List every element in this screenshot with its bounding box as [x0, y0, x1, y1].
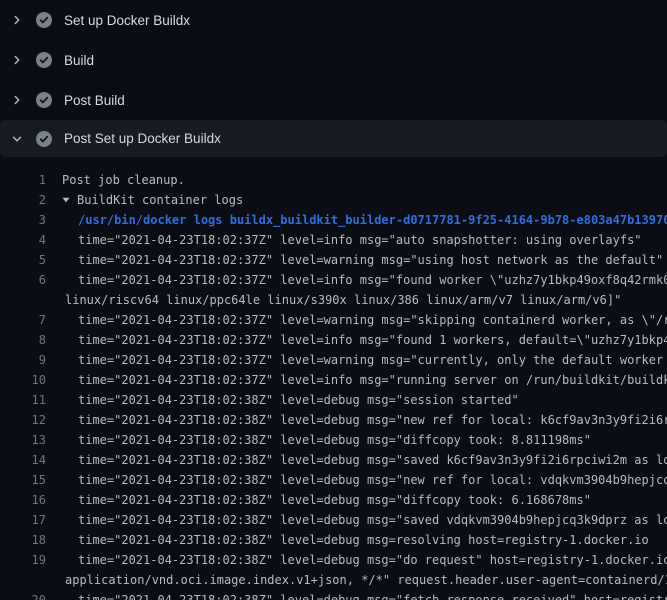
step-label: Post Set up Docker Buildx	[64, 131, 221, 146]
step-row-set-up-docker-buildx[interactable]: Set up Docker Buildx	[0, 0, 667, 40]
log-line-number	[0, 290, 46, 310]
log-row: 20time="2021-04-23T18:02:38Z" level=debu…	[0, 590, 667, 600]
log-line-text: application/vnd.oci.image.index.v1+json,…	[46, 570, 667, 590]
check-circle-icon	[36, 12, 52, 28]
log-line-number[interactable]: 1	[0, 170, 46, 190]
log-row: linux/riscv64 linux/ppc64le linux/s390x …	[0, 290, 667, 310]
log-row: 7time="2021-04-23T18:02:37Z" level=warni…	[0, 310, 667, 330]
log-line-text: time="2021-04-23T18:02:38Z" level=debug …	[46, 470, 667, 490]
log-row: 6time="2021-04-23T18:02:37Z" level=info …	[0, 270, 667, 290]
step-label: Post Build	[64, 93, 125, 108]
step-label: Build	[64, 53, 94, 68]
log-row: application/vnd.oci.image.index.v1+json,…	[0, 570, 667, 590]
log-group-toggle[interactable]: BuildKit container logs	[46, 190, 243, 210]
log-line-text: time="2021-04-23T18:02:38Z" level=debug …	[46, 490, 591, 510]
log-line-text: time="2021-04-23T18:02:38Z" level=debug …	[46, 430, 591, 450]
log-row: 10time="2021-04-23T18:02:37Z" level=info…	[0, 370, 667, 390]
log-line-number[interactable]: 3	[0, 210, 46, 230]
log-line-text: time="2021-04-23T18:02:37Z" level=info m…	[46, 270, 667, 290]
triangle-down-icon	[62, 196, 70, 204]
step-label: Set up Docker Buildx	[64, 13, 190, 28]
actions-log-viewer: Set up Docker Buildx Build Post Build Po…	[0, 0, 667, 600]
log-row: 13time="2021-04-23T18:02:38Z" level=debu…	[0, 430, 667, 450]
log-line-text: time="2021-04-23T18:02:38Z" level=debug …	[46, 590, 667, 600]
log-row: 1Post job cleanup.	[0, 170, 667, 190]
step-row-post-set-up-docker-buildx[interactable]: Post Set up Docker Buildx	[0, 120, 667, 157]
log-line-text: time="2021-04-23T18:02:37Z" level=warnin…	[46, 310, 667, 330]
log-group-label: BuildKit container logs	[77, 190, 243, 210]
log-line-number[interactable]: 15	[0, 470, 46, 490]
log-line-number[interactable]: 19	[0, 550, 46, 570]
log-line-number[interactable]: 17	[0, 510, 46, 530]
log-line-number[interactable]: 9	[0, 350, 46, 370]
log-line-number	[0, 570, 46, 590]
log-row: 19time="2021-04-23T18:02:38Z" level=debu…	[0, 550, 667, 570]
log-line-number[interactable]: 6	[0, 270, 46, 290]
log-area: 1Post job cleanup.2 BuildKit container lo…	[0, 157, 667, 600]
log-line-number[interactable]: 13	[0, 430, 46, 450]
log-line-number[interactable]: 2	[0, 190, 46, 210]
log-row: 15time="2021-04-23T18:02:38Z" level=debu…	[0, 470, 667, 490]
log-line-text: time="2021-04-23T18:02:37Z" level=info m…	[46, 330, 667, 350]
log-line-number[interactable]: 12	[0, 410, 46, 430]
check-circle-icon	[36, 131, 52, 147]
log-line-text: time="2021-04-23T18:02:38Z" level=debug …	[46, 390, 519, 410]
log-line-number[interactable]: 7	[0, 310, 46, 330]
log-row: 16time="2021-04-23T18:02:38Z" level=debu…	[0, 490, 667, 510]
log-line-text: time="2021-04-23T18:02:37Z" level=warnin…	[46, 250, 663, 270]
log-line-text: time="2021-04-23T18:02:38Z" level=debug …	[46, 410, 667, 430]
log-line-number[interactable]: 18	[0, 530, 46, 550]
check-circle-icon	[36, 92, 52, 108]
log-line-number[interactable]: 5	[0, 250, 46, 270]
log-row: 12time="2021-04-23T18:02:38Z" level=debu…	[0, 410, 667, 430]
log-line-number[interactable]: 16	[0, 490, 46, 510]
log-row: 9time="2021-04-23T18:02:37Z" level=warni…	[0, 350, 667, 370]
log-line-text: time="2021-04-23T18:02:38Z" level=debug …	[46, 550, 667, 570]
log-row: 14time="2021-04-23T18:02:38Z" level=debu…	[0, 450, 667, 470]
log-line-text: time="2021-04-23T18:02:37Z" level=info m…	[46, 370, 667, 390]
log-command-text: /usr/bin/docker logs buildx_buildkit_bui…	[46, 210, 667, 230]
step-row-build[interactable]: Build	[0, 40, 667, 80]
log-row: 5time="2021-04-23T18:02:37Z" level=warni…	[0, 250, 667, 270]
log-line-number[interactable]: 14	[0, 450, 46, 470]
log-row: 8time="2021-04-23T18:02:37Z" level=info …	[0, 330, 667, 350]
step-row-post-build[interactable]: Post Build	[0, 80, 667, 120]
log-line-text: linux/riscv64 linux/ppc64le linux/s390x …	[46, 290, 621, 310]
log-line-text: time="2021-04-23T18:02:38Z" level=debug …	[46, 450, 667, 470]
log-row: 3/usr/bin/docker logs buildx_buildkit_bu…	[0, 210, 667, 230]
log-row: 11time="2021-04-23T18:02:38Z" level=debu…	[0, 390, 667, 410]
chevron-right-icon	[10, 52, 24, 68]
log-line-number[interactable]: 4	[0, 230, 46, 250]
log-line-text: Post job cleanup.	[46, 170, 185, 190]
log-line-number[interactable]: 20	[0, 590, 46, 600]
log-line-number[interactable]: 10	[0, 370, 46, 390]
log-line-number[interactable]: 8	[0, 330, 46, 350]
chevron-right-icon	[10, 92, 24, 108]
log-row: 17time="2021-04-23T18:02:38Z" level=debu…	[0, 510, 667, 530]
log-line-text: time="2021-04-23T18:02:37Z" level=warnin…	[46, 350, 667, 370]
log-row: 2 BuildKit container logs	[0, 190, 667, 210]
chevron-down-icon	[10, 131, 24, 147]
steps-list: Set up Docker Buildx Build Post Build Po…	[0, 0, 667, 157]
log-line-text: time="2021-04-23T18:02:38Z" level=debug …	[46, 530, 649, 550]
chevron-right-icon	[10, 12, 24, 28]
log-line-text: time="2021-04-23T18:02:37Z" level=info m…	[46, 230, 642, 250]
log-row: 18time="2021-04-23T18:02:38Z" level=debu…	[0, 530, 667, 550]
log-line-text: time="2021-04-23T18:02:38Z" level=debug …	[46, 510, 667, 530]
check-circle-icon	[36, 52, 52, 68]
log-line-number[interactable]: 11	[0, 390, 46, 410]
log-row: 4time="2021-04-23T18:02:37Z" level=info …	[0, 230, 667, 250]
